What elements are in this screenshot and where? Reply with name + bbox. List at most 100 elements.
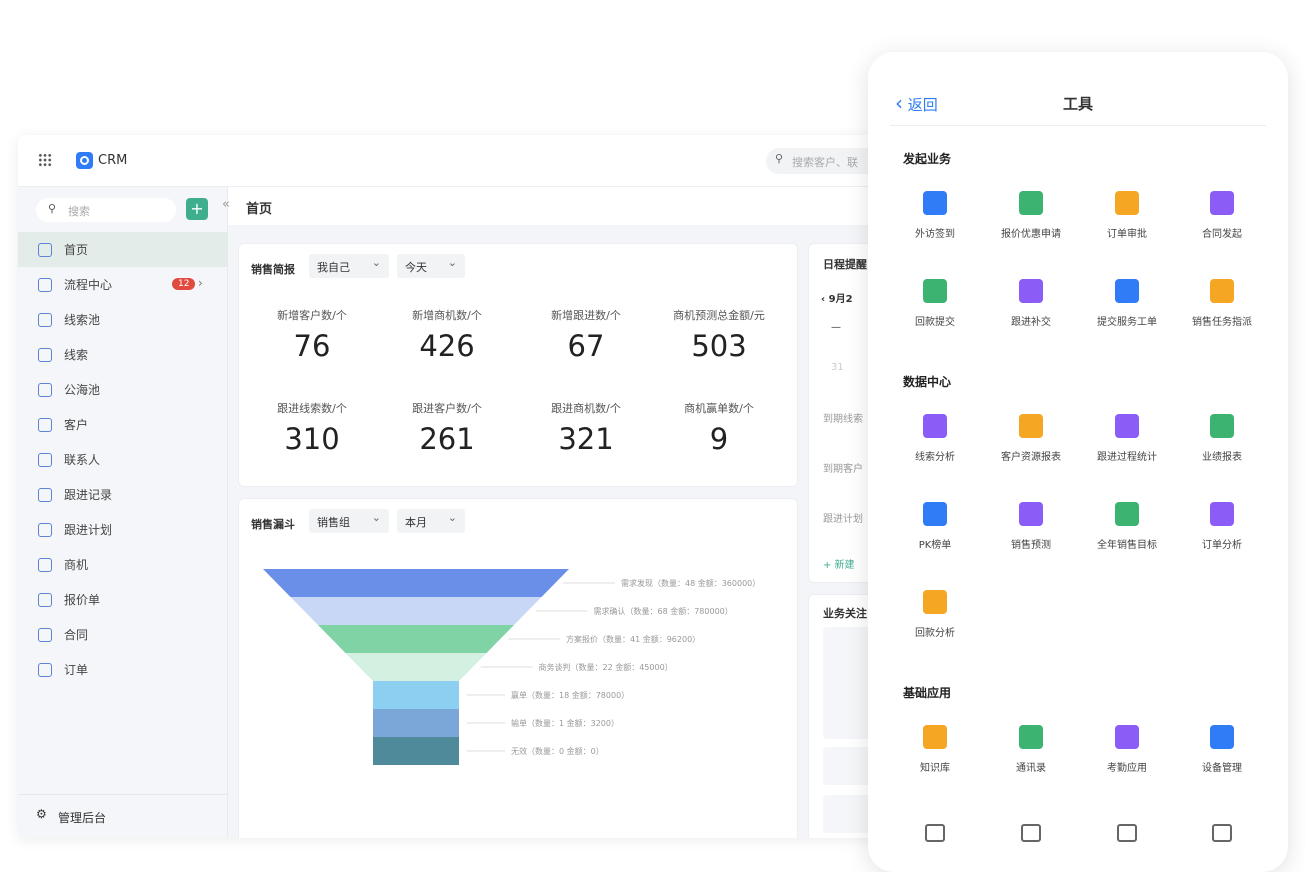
sidebar-item[interactable]: 订单 [18,652,228,687]
sidebar-search-input[interactable]: ⚲ 搜索 [36,198,176,222]
tool-item[interactable]: 订单审批 [1077,191,1177,240]
schedule-dash: — [831,322,841,333]
contract-icon [38,627,52,642]
tool-item[interactable]: PK榜单 [885,502,985,551]
tool-item[interactable]: 客户资源报表 [981,414,1081,463]
desktop-window: CRM ⚲ 搜索客户、联 ⚲ 搜索 + 首页 流程中心 12 › 线索池 线索 公海池… [18,135,898,838]
sidebar-item[interactable]: 首页 [18,232,228,267]
tool-item[interactable]: 合同发起 [1172,191,1272,240]
tool-item[interactable]: 跟进过程统计 [1077,414,1177,463]
opportunity-icon [38,557,52,572]
funnel-label: 需求发现（数量：48 金额：360000） [621,578,760,588]
cube-icon[interactable] [1117,824,1137,842]
select-value: 今天 [405,261,427,274]
tool-item[interactable]: 业绩报表 [1172,414,1272,463]
sidebar-item[interactable]: 商机 [18,547,228,582]
tool-item[interactable]: 回款分析 [885,590,985,639]
lead-icon [38,347,52,362]
order-icon [38,662,52,677]
search-placeholder: 搜索 [68,205,90,218]
funnel-stage[interactable] [290,597,542,625]
tool-item[interactable]: 知识库 [885,725,985,774]
funnel-stage[interactable] [373,737,459,765]
calendar-icon [1115,725,1139,749]
add-button[interactable]: + [186,198,208,220]
stat-tile: 跟进商机数/个 321 [516,400,656,456]
sidebar-item-label: 客户 [64,418,89,432]
funnel-stage[interactable] [345,653,487,681]
app-grid-icon[interactable] [38,153,52,167]
funnel-label: 方案报价（数量：41 金额：96200） [566,634,700,644]
device-icon [1210,725,1234,749]
tool-item[interactable]: 回款提交 [885,279,985,328]
sidebar-item[interactable]: 合同 [18,617,228,652]
checkin-icon [923,191,947,215]
customer-icon [38,417,52,432]
collapse-icon[interactable]: « [222,197,230,212]
tool-item[interactable]: 报价优惠申请 [981,191,1081,240]
tool-item[interactable]: 外访签到 [885,191,985,240]
funnel-label: 输单（数量：1 金额：3200） [511,718,619,728]
search-placeholder: 搜索客户、联 [792,156,858,169]
app-name: CRM [98,153,128,168]
quote-icon [38,592,52,607]
funnel-label: 需求确认（数量：68 金额：780000） [594,606,733,616]
tool-item[interactable]: 订单分析 [1172,502,1272,551]
tool-label: 提交服务工单 [1097,317,1157,328]
tool-item[interactable]: 全年销售目标 [1077,502,1177,551]
divider [890,125,1266,126]
expiring-customers[interactable]: 到期客户 [823,460,863,475]
tool-item[interactable]: 线索分析 [885,414,985,463]
sidebar-item[interactable]: 客户 [18,407,228,442]
funnel-stage[interactable] [373,709,459,737]
tool-label: 知识库 [920,763,950,774]
new-schedule-button[interactable]: + 新建 [823,556,855,571]
tool-item[interactable]: 销售预测 [981,502,1081,551]
lead-pool-icon [38,312,52,327]
chevron-right-icon: › [198,276,203,290]
crm-logo-icon [76,152,93,169]
tool-item[interactable]: 跟进补交 [981,279,1081,328]
stat-label: 跟进客户数/个 [412,402,482,415]
sidebar: ⚲ 搜索 + 首页 流程中心 12 › 线索池 线索 公海池 客户 联系人 跟进记录… [18,187,228,838]
stat-label: 商机赢单数/个 [684,402,754,415]
stat-value: 261 [419,422,475,456]
tool-item[interactable]: 提交服务工单 [1077,279,1177,328]
prev-icon[interactable]: ‹ [821,294,829,305]
search-icon: ⚲ [48,202,57,215]
document-icon[interactable] [1021,824,1041,842]
doc-edit-icon [1019,279,1043,303]
sidebar-item[interactable]: 公海池 [18,372,228,407]
service-icon [1115,279,1139,303]
admin-link[interactable]: ⚙ 管理后台 [18,794,228,838]
tool-item[interactable]: 设备管理 [1172,725,1272,774]
tool-item[interactable]: 通讯录 [981,725,1081,774]
period-select[interactable]: 今天 [397,254,465,278]
sidebar-item-label: 合同 [64,628,89,642]
book-icon [923,725,947,749]
tool-label: 线索分析 [915,452,955,463]
funnel-stage[interactable] [318,625,514,653]
sidebar-item[interactable]: 线索池 [18,302,228,337]
stat-label: 跟进商机数/个 [551,402,621,415]
follow-plans[interactable]: 跟进计划 [823,510,863,525]
tool-item[interactable]: 销售任务指派 [1172,279,1272,328]
sidebar-item[interactable]: 流程中心 12 › [18,267,228,302]
sidebar-item-label: 联系人 [64,453,101,467]
tool-item[interactable]: 考勤应用 [1077,725,1177,774]
discount-icon [1019,191,1043,215]
sidebar-item[interactable]: 报价单 [18,582,228,617]
sidebar-item-label: 线索池 [64,313,101,327]
apps-icon[interactable] [925,824,945,842]
user-icon[interactable] [1212,824,1232,842]
stat-label: 跟进线索数/个 [277,402,347,415]
card-title: 销售简报 [251,263,295,276]
sidebar-item[interactable]: 线索 [18,337,228,372]
funnel-stage[interactable] [373,681,459,709]
sidebar-item[interactable]: 跟进记录 [18,477,228,512]
funnel-stage[interactable] [263,569,569,597]
expiring-leads[interactable]: 到期线索 [823,410,863,425]
sidebar-item[interactable]: 跟进计划 [18,512,228,547]
sidebar-item[interactable]: 联系人 [18,442,228,477]
owner-select[interactable]: 我自己 [309,254,389,278]
